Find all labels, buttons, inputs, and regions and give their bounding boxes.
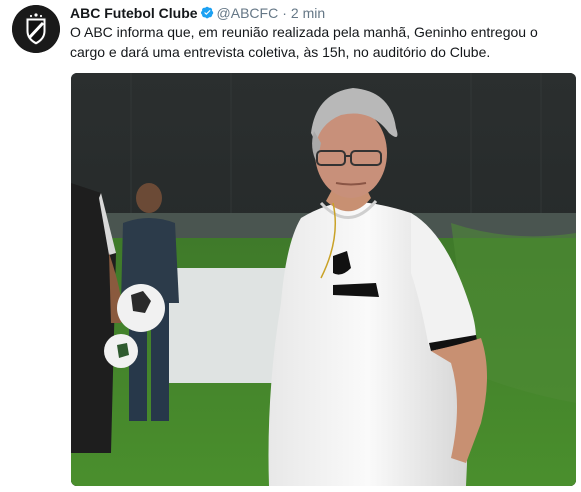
tweet-timestamp[interactable]: 2 min bbox=[291, 5, 325, 21]
club-crest-icon bbox=[12, 5, 60, 53]
verified-badge-icon bbox=[200, 6, 213, 19]
display-name[interactable]: ABC Futebol Clube bbox=[70, 5, 198, 21]
separator-dot: · bbox=[282, 5, 287, 21]
tweet-text: O ABC informa que, em reunião realizada … bbox=[70, 24, 538, 60]
tweet-photo[interactable] bbox=[71, 73, 576, 486]
avatar[interactable] bbox=[12, 5, 60, 53]
tweet-header: ABC Futebol Clube @ABCFC · 2 min bbox=[70, 4, 569, 22]
user-handle[interactable]: @ABCFC bbox=[217, 5, 279, 21]
photo-illustration bbox=[71, 73, 576, 486]
